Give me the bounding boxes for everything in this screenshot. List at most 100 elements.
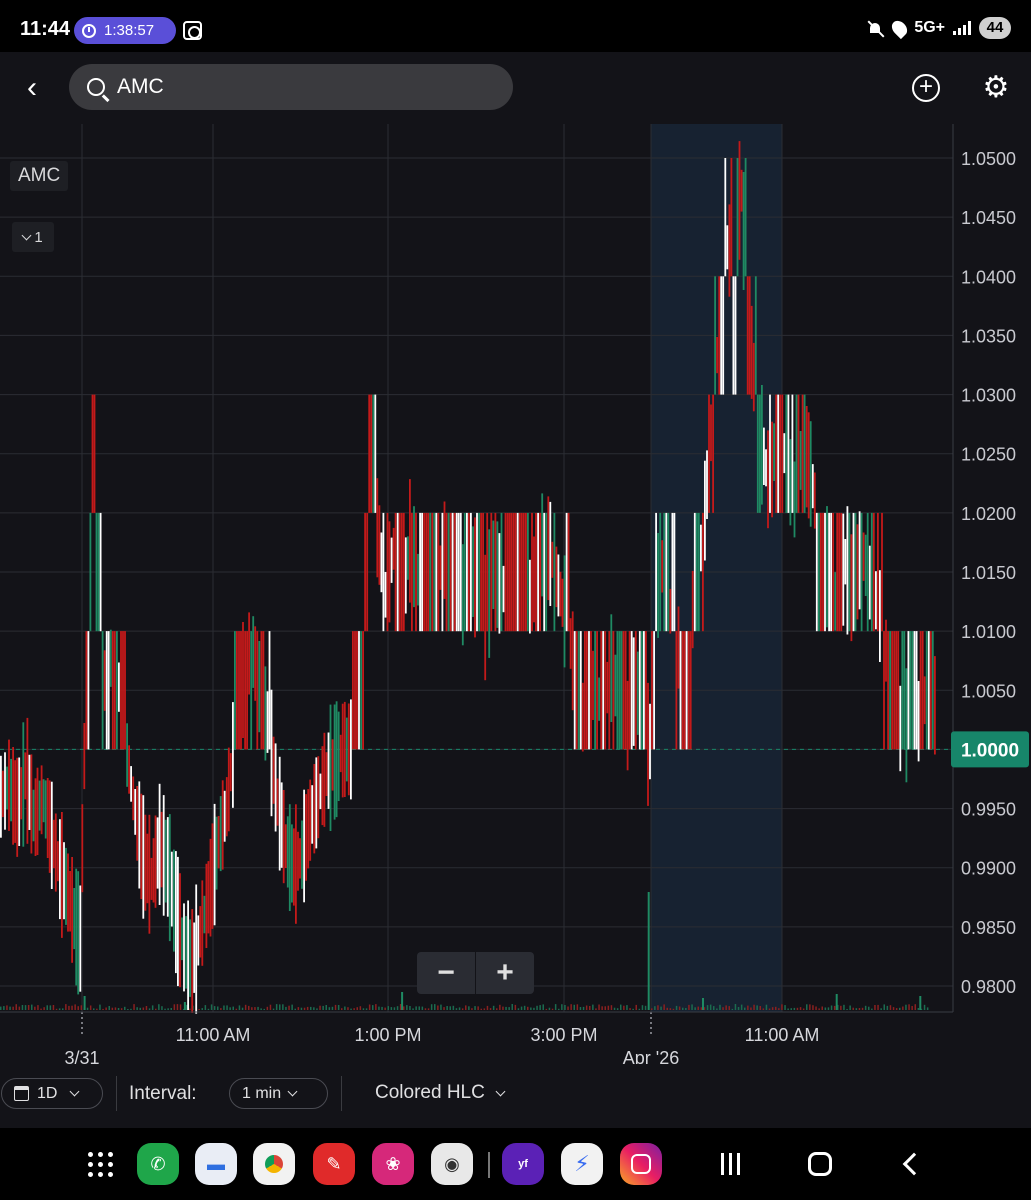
y-tick-label: 0.9800 xyxy=(961,977,1016,997)
volume-bar xyxy=(821,1006,823,1010)
price-bar xyxy=(685,631,688,750)
volume-bar xyxy=(232,1006,234,1010)
volume-bar xyxy=(744,1007,746,1010)
volume-bar xyxy=(263,1008,265,1010)
chart-toolbar: 1D Interval: 1 min Colored HLC xyxy=(0,1064,1031,1128)
interval-selector[interactable]: 1 min xyxy=(229,1078,328,1109)
symbol-search-input[interactable]: AMC xyxy=(69,64,513,110)
price-bar xyxy=(740,169,743,212)
system-back-button[interactable] xyxy=(890,1146,930,1182)
price-bar xyxy=(612,631,615,750)
price-bar xyxy=(22,722,25,847)
add-compare-button[interactable]: + xyxy=(912,74,940,102)
price-bar xyxy=(864,534,867,596)
home-button[interactable] xyxy=(800,1146,840,1182)
app-drawer-icon[interactable] xyxy=(88,1152,114,1178)
volume-bar xyxy=(489,1008,492,1010)
y-tick-label: 1.0300 xyxy=(961,386,1016,406)
zoom-in-button[interactable]: + xyxy=(476,952,534,994)
volume-bar xyxy=(257,1006,259,1010)
price-bar xyxy=(128,745,130,794)
price-bar xyxy=(567,512,570,632)
price-bar xyxy=(596,631,598,750)
settings-button[interactable]: ⚙ xyxy=(980,72,1012,104)
price-bar xyxy=(52,819,55,869)
price-bar xyxy=(604,631,607,750)
back-button[interactable]: ‹ xyxy=(14,68,50,108)
chart-canvas[interactable]: 1.0500 1.0450 1.0400 1.0350 1.0300 1.0250 1.02… xyxy=(0,124,1031,1064)
price-bar xyxy=(752,342,755,412)
price-bar xyxy=(671,512,674,632)
price-bar xyxy=(14,760,16,843)
price-bar xyxy=(429,512,432,632)
chrome-app-icon[interactable] xyxy=(253,1143,295,1185)
price-bar xyxy=(860,512,863,632)
price-bar xyxy=(736,158,739,277)
volume-bar xyxy=(440,1004,442,1010)
price-bar xyxy=(510,512,513,632)
chart-type-selector[interactable]: Colored HLC xyxy=(375,1082,506,1104)
price-bar xyxy=(486,512,489,632)
volume-bar xyxy=(852,1007,854,1010)
recents-button[interactable] xyxy=(710,1146,750,1182)
volume-bar xyxy=(657,1005,659,1010)
price-bar xyxy=(761,385,763,505)
volume-bar xyxy=(155,1008,157,1010)
price-bar xyxy=(759,394,761,513)
range-value: 1D xyxy=(37,1084,58,1102)
volume-bar xyxy=(768,1008,771,1010)
volume-bar xyxy=(917,1008,920,1010)
messenger-app-icon[interactable]: ⚡ xyxy=(561,1143,603,1185)
volume-bar xyxy=(551,1008,554,1010)
studies-toggle[interactable]: 1 xyxy=(12,222,54,252)
price-bar xyxy=(461,544,464,646)
price-bar xyxy=(883,631,885,750)
price-bar xyxy=(803,394,806,513)
volume-bar xyxy=(375,1004,377,1010)
range-selector[interactable]: 1D xyxy=(1,1078,103,1109)
price-bar xyxy=(274,743,277,832)
symbol-legend-chip[interactable]: AMC xyxy=(10,161,69,191)
price-bar xyxy=(103,650,106,711)
volume-bar xyxy=(204,1005,207,1010)
volume-bar xyxy=(418,1006,420,1010)
price-bar xyxy=(343,701,346,797)
volume-bar xyxy=(573,1004,575,1010)
price-bar xyxy=(899,685,902,772)
price-bar xyxy=(838,512,841,632)
volume-bar xyxy=(486,1005,489,1010)
volume-bar xyxy=(793,1007,796,1010)
price-chart[interactable]: 1.0500 1.0450 1.0400 1.0350 1.0300 1.0250 1.02… xyxy=(0,124,1031,1064)
price-bar xyxy=(702,512,704,632)
messages-app-icon[interactable]: ▬ xyxy=(195,1143,237,1185)
phone-app-icon[interactable]: ✆ xyxy=(137,1143,179,1185)
price-bar xyxy=(443,501,446,599)
price-bar xyxy=(229,753,232,792)
notes-app-icon[interactable]: ✎ xyxy=(313,1143,355,1185)
y-tick-label: 1.0450 xyxy=(961,208,1016,228)
price-bar xyxy=(620,631,623,750)
price-bar xyxy=(384,572,387,618)
price-bar xyxy=(470,512,472,632)
instagram-app-icon[interactable] xyxy=(620,1143,662,1185)
price-bar xyxy=(643,631,645,750)
price-bar xyxy=(602,631,605,750)
volume-bar xyxy=(511,1004,513,1010)
volume-bar xyxy=(877,1004,879,1010)
zoom-out-button[interactable]: − xyxy=(417,952,476,994)
price-bar xyxy=(162,795,165,916)
timer-pill[interactable]: 1:38:57 xyxy=(74,17,176,44)
y-tick-label: 1.0500 xyxy=(961,149,1016,169)
camera-app-icon[interactable]: ◉ xyxy=(431,1143,473,1185)
volume-bar xyxy=(626,1005,628,1010)
price-bar xyxy=(0,755,2,838)
price-bar xyxy=(65,847,67,925)
volume-bar xyxy=(387,1006,389,1010)
volume-bar xyxy=(914,1004,916,1010)
price-bar xyxy=(453,512,456,632)
price-bar xyxy=(394,512,397,632)
yahoo-finance-app-icon[interactable]: yf xyxy=(502,1143,544,1185)
gallery-app-icon[interactable]: ❀ xyxy=(372,1143,414,1185)
price-bar xyxy=(616,631,619,750)
price-bar xyxy=(581,682,584,752)
